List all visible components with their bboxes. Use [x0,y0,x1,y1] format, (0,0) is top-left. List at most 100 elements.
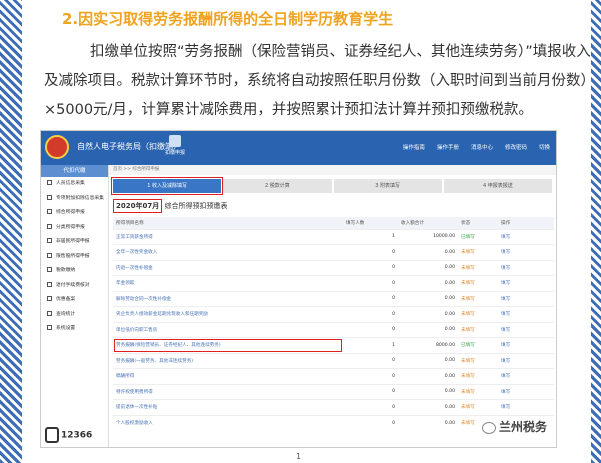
row-item-name[interactable]: 稿酬所得 [113,368,343,384]
row-fill-link[interactable]: 填写 [498,383,554,400]
row-fill-link[interactable]: 填写 [498,352,554,369]
row-item-name[interactable]: 解除劳动合同一次性补偿金 [113,290,343,307]
sidebar-item-tax-payment[interactable]: 税款缴纳 [41,264,108,279]
table-row: 劳务报酬(一般劳务、其他非连续劳务) 0 0.00 未填写 填写 [113,352,554,369]
row-amount: 0.00 [398,368,458,384]
breadcrumb: 首页 >> 综合所得申报 [109,165,556,175]
doc-icon [47,223,52,229]
tool-manual[interactable]: 操作手册 [437,143,459,151]
app-header: 自然人电子税务局（扣缴端） 扣缴申报 操作指南 操作手册 消息中心 修改密码 切… [41,131,556,165]
row-fill-link[interactable]: 填写 [498,337,554,353]
sidebar: 代扣代缴 人员信息采集 专项附加扣除信息采集 综合所得申报 分类所得申报 非居民… [41,165,109,447]
step-tax-calc[interactable]: 2 税款计算 [223,179,332,193]
row-fill-link[interactable]: 填写 [498,275,554,291]
row-count: 0 [343,244,398,260]
row-count: 0 [343,352,398,369]
right-decorative-border [591,0,601,463]
row-status: 未填写 [458,399,498,415]
col-op: 操作 [498,217,554,229]
income-table: 所得项目名称 填写人数 收入额合计 状态 操作 正常工资薪金所得 1 10000.0… [113,217,554,431]
sidebar-item-nonresident[interactable]: 非居民所得申报 [41,235,108,250]
row-status: 未填写 [458,383,498,400]
sidebar-header: 代扣代缴 [41,165,108,177]
chart-icon [47,252,52,258]
step-attachments[interactable]: 3 附表填写 [333,179,442,193]
paragraph-line-1: 扣缴单位按照“劳务报酬（保险营销员、证券经纪人、其他连续劳务）”填报收入 [90,44,591,60]
row-fill-link[interactable]: 填写 [498,306,554,322]
left-decorative-border [0,0,22,463]
row-amount: 0.00 [398,306,458,322]
file-icon [47,296,52,301]
sidebar-item-query[interactable]: 查询统计 [41,308,108,323]
refund-icon [47,281,52,287]
row-amount: 0.00 [398,399,458,415]
row-item-name[interactable]: 劳务报酬(保险营销员、证券经纪人、其他连续劳务) [113,337,343,353]
tool-guide[interactable]: 操作指南 [403,143,425,151]
tool-messages[interactable]: 消息中心 [471,143,493,151]
tool-password[interactable]: 修改密码 [505,143,527,151]
watermark: 兰州税务 [482,418,548,435]
row-amount: 0.00 [398,321,458,338]
wallet-icon [47,267,52,272]
row-item-name[interactable]: 内退一次性补偿金 [113,259,343,276]
col-count: 填写人数 [343,217,398,229]
col-status: 状态 [458,217,498,229]
home-declare-button[interactable]: 扣缴申报 [163,133,187,161]
row-item-name[interactable]: 特许权使用费所得 [113,383,343,400]
row-item-name[interactable]: 提前退休一次性补贴 [113,399,343,415]
doc-icon [47,209,52,214]
row-status: 已填写 [458,228,498,245]
sidebar-item-special-deduction[interactable]: 专项附加扣除信息采集 [41,192,108,207]
row-amount: 8000.00 [398,337,458,353]
row-count: 0 [343,306,398,322]
row-amount: 0.00 [398,244,458,260]
row-status: 已填写 [458,337,498,353]
paragraph-line-3: ×5000元/月，计算累计减除费用，并按照累计预扣法计算并预扣预缴税款。 [44,102,533,118]
sidebar-item-restricted-stock[interactable]: 限售股所得申报 [41,250,108,265]
row-count: 0 [343,368,398,384]
row-fill-link[interactable]: 填写 [498,259,554,276]
row-count: 0 [343,414,398,431]
row-status: 未填写 [458,321,498,338]
sidebar-item-preference[interactable]: 优惠备案 [41,293,108,308]
step-income[interactable]: 1 收入及减除填写 [110,177,224,195]
row-count: 0 [343,399,398,415]
row-status: 未填写 [458,275,498,291]
body-paragraph: 扣缴单位按照“劳务报酬（保险营销员、证券经纪人、其他连续劳务）”填报收入 及减除… [44,38,595,125]
row-fill-link[interactable]: 填写 [498,399,554,415]
sidebar-item-comprehensive[interactable]: 综合所得申报 [41,206,108,221]
row-status: 未填写 [458,259,498,276]
row-status: 未填写 [458,306,498,322]
sidebar-item-settings[interactable]: 系统设置 [41,322,108,337]
row-fill-link[interactable]: 填写 [498,244,554,260]
row-item-name[interactable]: 个人股权激励收入 [113,414,343,431]
row-status: 未填写 [458,290,498,307]
row-item-name[interactable]: 劳务报酬(一般劳务、其他非连续劳务) [113,352,343,369]
sidebar-item-refund[interactable]: 退付手续费核对 [41,279,108,294]
row-item-name[interactable]: 单位低价向职工售房 [113,321,343,338]
row-item-name[interactable]: 正常工资薪金所得 [113,228,343,245]
row-item-name[interactable]: 全年一次性奖金收入 [113,244,343,260]
row-fill-link[interactable]: 填写 [498,368,554,384]
row-item-name[interactable]: 央企负责人绩效薪金延期兑现收入和任期奖励 [113,306,343,322]
sidebar-item-classified[interactable]: 分类所得申报 [41,221,108,236]
declare-icon [169,135,181,147]
col-amount: 收入额合计 [398,217,458,229]
row-item-name[interactable]: 年金领取 [113,275,343,291]
sidebar-item-person-info[interactable]: 人员信息采集 [41,177,108,192]
row-fill-link[interactable]: 填写 [498,228,554,245]
hotline: 12366 [45,427,92,443]
table-row: 内退一次性补偿金 0 0.00 未填写 填写 [113,259,554,276]
search-icon [47,310,52,316]
row-fill-link[interactable]: 填写 [498,321,554,338]
step-submit[interactable]: 4 申报表报送 [443,179,552,193]
row-amount: 0.00 [398,383,458,400]
row-amount: 0.00 [398,414,458,431]
row-count: 1 [343,337,398,353]
row-amount: 0.00 [398,259,458,276]
section-heading: 2.因实习取得劳务报酬所得的全日制学历教育学生 [62,10,394,28]
row-count: 0 [343,321,398,338]
row-fill-link[interactable]: 填写 [498,290,554,307]
hotline-logo-icon [45,427,59,443]
tool-switch[interactable]: 切换 [539,143,550,151]
